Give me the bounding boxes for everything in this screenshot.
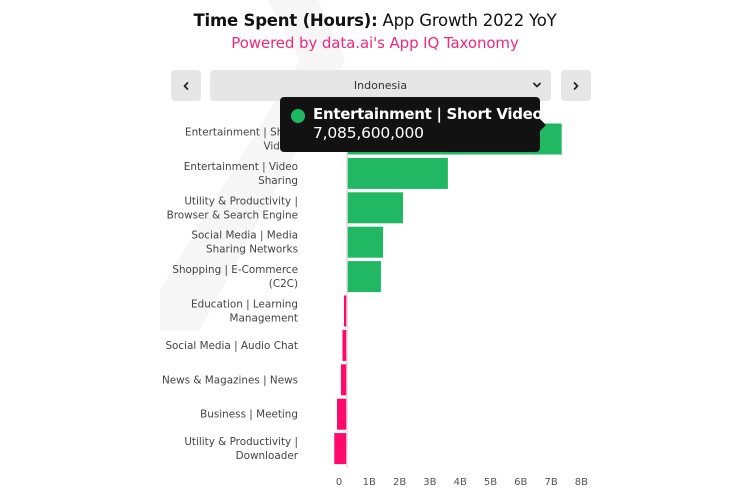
x-tick-label-1: 1B [363, 477, 376, 488]
x-tick-label-0: 0 [336, 477, 342, 488]
bar-chart: Entertainment | ShortVideosEntertainment… [162, 118, 588, 488]
x-tick-label-2: 2B [393, 477, 406, 488]
category-label-5: Education | Learning Management [191, 299, 298, 325]
bar-4[interactable] [347, 261, 381, 293]
x-axis-ticks-group: 0 1B 2B 3B 4B 5B 6B 7B 8B [336, 477, 588, 488]
tooltip-series-dot [291, 109, 305, 123]
tooltip-value: 7,085,600,000 [313, 124, 424, 142]
x-tick-label-8: 8B [575, 477, 588, 488]
bar-8[interactable] [337, 398, 347, 430]
category-label-2: Utility & Productivity | Browser & Search… [167, 195, 298, 221]
category-label-8: Business | Meeting [200, 409, 298, 421]
tooltip-category: Entertainment | Short Videos [313, 105, 552, 123]
category-label-3: Social Media | Media Sharing Networks [191, 230, 298, 256]
bar-2[interactable] [347, 192, 404, 224]
x-tick-label-6: 6B [514, 477, 527, 488]
category-label-6: Social Media | Audio Chat [165, 340, 298, 352]
bar-3[interactable] [347, 226, 384, 258]
category-label-1: Entertainment | Video Sharing [184, 161, 298, 187]
bar-9[interactable] [334, 433, 347, 465]
category-labels-group: Entertainment | ShortVideosEntertainment… [162, 127, 299, 463]
bar-1[interactable] [347, 157, 448, 189]
x-tick-label-4: 4B [454, 477, 467, 488]
bar-7[interactable] [340, 364, 347, 396]
tooltip: Entertainment | Short Videos 7,085,600,0… [280, 97, 551, 152]
x-tick-label-3: 3B [423, 477, 436, 488]
category-label-4: Shopping | E-Commerce (C2C) [172, 264, 298, 290]
bars-group [334, 123, 562, 465]
category-label-7: News & Magazines | News [162, 374, 298, 386]
x-tick-label-5: 5B [484, 477, 497, 488]
x-tick-label-7: 7B [544, 477, 557, 488]
category-label-9: Utility & Productivity | Downloader [184, 436, 298, 462]
